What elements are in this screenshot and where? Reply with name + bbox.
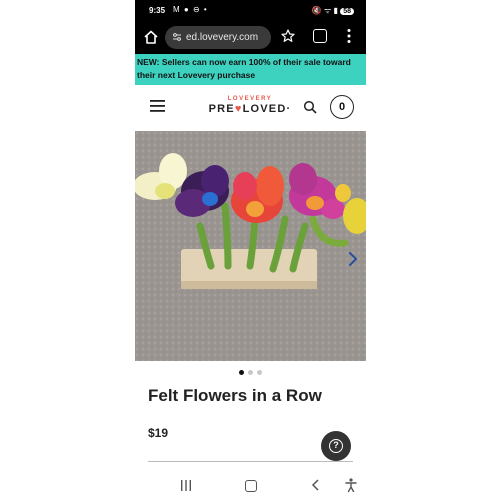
back-icon[interactable] bbox=[311, 479, 319, 491]
hamburger-menu-icon[interactable] bbox=[150, 100, 165, 112]
product-price: $19 bbox=[148, 426, 169, 440]
home-icon[interactable] bbox=[143, 29, 159, 45]
heart-icon: ♥ bbox=[234, 103, 243, 115]
tabs-icon[interactable] bbox=[313, 29, 327, 43]
site-settings-icon[interactable] bbox=[172, 32, 182, 42]
bookmark-star-icon[interactable] bbox=[281, 29, 295, 43]
logo-wordmark: PRE♥LOVED· bbox=[208, 103, 292, 115]
address-bar[interactable]: ed.lovevery.com bbox=[165, 26, 271, 49]
url-text: ed.lovevery.com bbox=[186, 32, 259, 43]
product-image[interactable] bbox=[135, 131, 366, 361]
site-header: LOVEVERY PRE♥LOVED· 0 bbox=[135, 85, 366, 131]
home-button-icon[interactable] bbox=[245, 480, 257, 492]
next-image-arrow-icon[interactable] bbox=[348, 252, 358, 266]
pagination-dot-3[interactable] bbox=[257, 370, 262, 375]
image-pagination bbox=[135, 370, 366, 378]
system-icons: 🔇 ᯤ ▮ 58 bbox=[312, 5, 354, 16]
help-button[interactable]: ? bbox=[321, 431, 351, 461]
status-bar: 9:35 M ● ⊖ • 🔇 ᯤ ▮ 58 bbox=[135, 0, 366, 22]
phone-screen: 9:35 M ● ⊖ • 🔇 ᯤ ▮ 58 ed.lovevery.com NE… bbox=[135, 0, 366, 500]
product-title: Felt Flowers in a Row bbox=[148, 386, 322, 405]
android-navigation-bar bbox=[135, 472, 366, 500]
promo-banner[interactable]: NEW: Sellers can now earn 100% of their … bbox=[135, 54, 366, 85]
status-time: 9:35 bbox=[149, 6, 166, 15]
recent-apps-icon[interactable] bbox=[180, 480, 192, 491]
more-menu-icon[interactable] bbox=[347, 28, 351, 44]
promo-banner-text: NEW: Sellers can now earn 100% of their … bbox=[137, 57, 351, 80]
pagination-dot-1[interactable] bbox=[239, 370, 244, 375]
notification-icons: M ● ⊖ • bbox=[173, 5, 208, 14]
lovevery-preloved-logo[interactable]: LOVEVERY PRE♥LOVED· bbox=[207, 96, 293, 122]
divider bbox=[148, 461, 353, 462]
search-icon[interactable] bbox=[303, 100, 317, 114]
signal-icons: 🔇 ᯤ ▮ bbox=[311, 6, 338, 15]
question-icon: ? bbox=[329, 439, 343, 453]
logo-brand: LOVEVERY bbox=[227, 96, 273, 102]
battery-icon: 58 bbox=[340, 8, 354, 15]
pagination-dot-2[interactable] bbox=[248, 370, 253, 375]
accessibility-icon[interactable] bbox=[345, 478, 357, 492]
cart-button[interactable]: 0 bbox=[330, 95, 354, 119]
browser-toolbar: ed.lovevery.com bbox=[135, 22, 366, 54]
